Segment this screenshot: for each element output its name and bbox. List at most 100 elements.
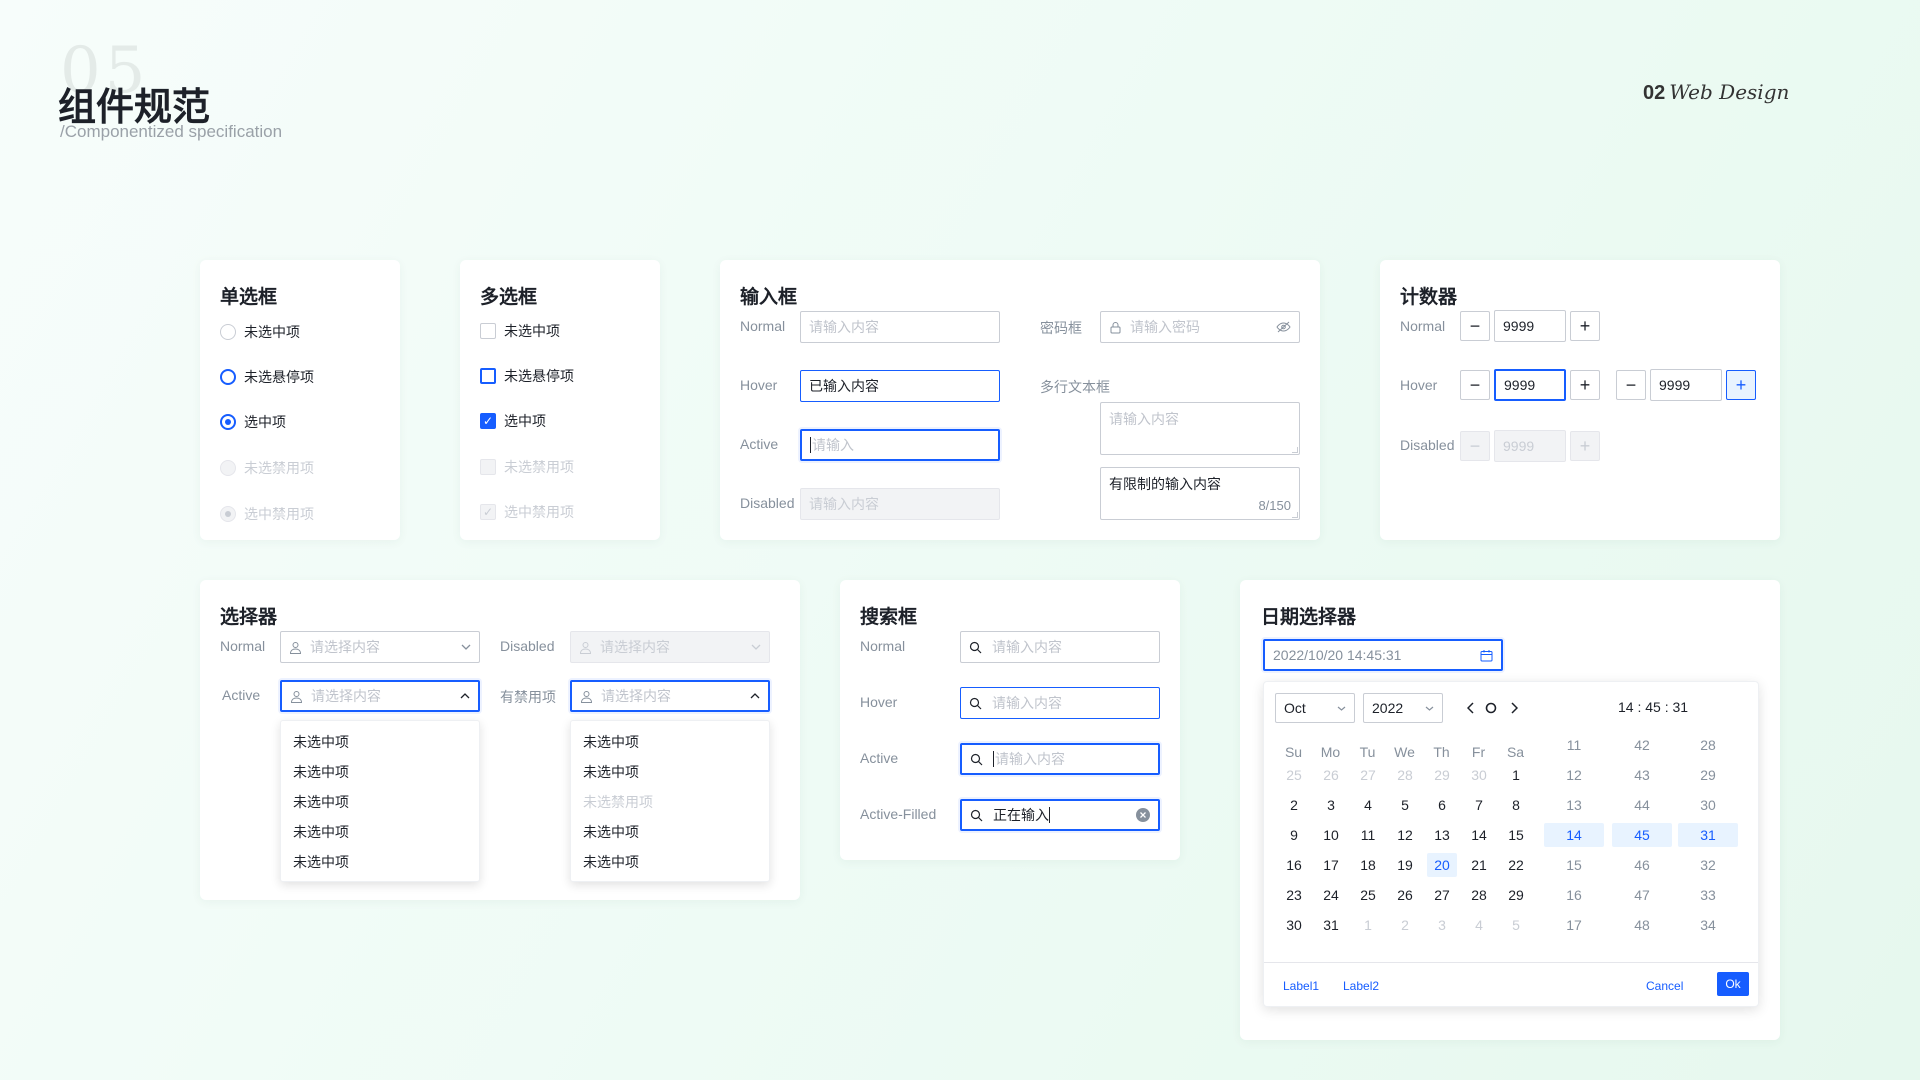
time-cell[interactable]: 46	[1612, 853, 1672, 877]
calendar-day[interactable]: 21	[1464, 853, 1494, 877]
select-normal[interactable]: 请选择内容	[280, 631, 480, 663]
select-active-with-disabled[interactable]: 请选择内容	[570, 680, 770, 712]
decrement-button[interactable]: −	[1616, 370, 1646, 400]
radio-selected[interactable]: 选中项	[220, 412, 286, 432]
textarea-limited[interactable]: 有限制的输入内容 8/150	[1100, 467, 1300, 520]
time-cell[interactable]: 48	[1612, 913, 1672, 937]
calendar-day[interactable]: 24	[1316, 883, 1346, 907]
label1-link[interactable]: Label1	[1283, 979, 1319, 993]
calendar-day[interactable]: 10	[1316, 823, 1346, 847]
calendar-day[interactable]: 3	[1316, 793, 1346, 817]
calendar-day[interactable]: 19	[1390, 853, 1420, 877]
calendar-day[interactable]: 28	[1390, 763, 1420, 787]
calendar-day[interactable]: 22	[1501, 853, 1531, 877]
time-cell[interactable]: 33	[1678, 883, 1738, 907]
calendar-day[interactable]: 3	[1427, 913, 1457, 937]
calendar-day[interactable]: 12	[1390, 823, 1420, 847]
calendar-day[interactable]: 1	[1501, 763, 1531, 787]
resize-handle[interactable]	[1292, 447, 1298, 453]
calendar-day[interactable]: 26	[1390, 883, 1420, 907]
calendar-day[interactable]: 27	[1427, 883, 1457, 907]
increment-button[interactable]: +	[1570, 370, 1600, 400]
calendar-day[interactable]: 9	[1279, 823, 1309, 847]
calendar-day[interactable]: 27	[1353, 763, 1383, 787]
checkbox-unselected[interactable]: 未选中项	[480, 321, 560, 341]
time-cell-selected[interactable]: 14	[1544, 823, 1604, 847]
counter-value[interactable]: 9999	[1650, 369, 1722, 401]
input-active[interactable]: 请输入	[800, 429, 1000, 461]
calendar-day[interactable]: 2	[1279, 793, 1309, 817]
time-cell-selected[interactable]: 31	[1678, 823, 1738, 847]
calendar-day[interactable]: 29	[1427, 763, 1457, 787]
today-icon[interactable]	[1485, 702, 1497, 714]
prev-month-button[interactable]	[1467, 702, 1475, 714]
dropdown-option[interactable]: 未选中项	[281, 787, 479, 817]
time-cell[interactable]: 28	[1678, 733, 1738, 757]
calendar-day[interactable]: 31	[1316, 913, 1346, 937]
calendar-day-selected[interactable]: 20	[1427, 853, 1457, 877]
datepicker-input[interactable]: 2022/10/20 14:45:31	[1263, 639, 1503, 671]
cancel-button[interactable]: Cancel	[1646, 979, 1683, 993]
calendar-day[interactable]: 8	[1501, 793, 1531, 817]
dropdown-option[interactable]: 未选中项	[281, 757, 479, 787]
checkbox-box[interactable]: ✓	[480, 413, 496, 429]
time-cell[interactable]: 11	[1544, 733, 1604, 757]
calendar-day[interactable]: 25	[1279, 763, 1309, 787]
calendar-day[interactable]: 13	[1427, 823, 1457, 847]
calendar-day[interactable]: 14	[1464, 823, 1494, 847]
time-cell[interactable]: 30	[1678, 793, 1738, 817]
resize-handle[interactable]	[1292, 512, 1298, 518]
checkbox-selected[interactable]: ✓ 选中项	[480, 411, 546, 431]
label2-link[interactable]: Label2	[1343, 979, 1379, 993]
increment-button-hover[interactable]: +	[1726, 370, 1756, 400]
calendar-day[interactable]: 25	[1353, 883, 1383, 907]
input-hover[interactable]: 已输入内容	[800, 370, 1000, 402]
radio-circle[interactable]	[220, 414, 236, 430]
dropdown-option[interactable]: 未选中项	[571, 817, 769, 847]
calendar-day[interactable]: 6	[1427, 793, 1457, 817]
time-cell[interactable]: 47	[1612, 883, 1672, 907]
time-cell[interactable]: 17	[1544, 913, 1604, 937]
checkbox-box[interactable]	[480, 368, 496, 384]
calendar-icon[interactable]	[1480, 649, 1493, 662]
dropdown-option[interactable]: 未选中项	[281, 727, 479, 757]
time-cell[interactable]: 44	[1612, 793, 1672, 817]
calendar-day[interactable]: 16	[1279, 853, 1309, 877]
calendar-day[interactable]: 5	[1501, 913, 1531, 937]
counter-value-hover[interactable]: 9999	[1494, 369, 1566, 401]
calendar-day[interactable]: 17	[1316, 853, 1346, 877]
time-cell[interactable]: 12	[1544, 763, 1604, 787]
time-cell[interactable]: 15	[1544, 853, 1604, 877]
textarea-empty[interactable]: 请输入内容	[1100, 402, 1300, 455]
calendar-day[interactable]: 18	[1353, 853, 1383, 877]
select-active[interactable]: 请选择内容	[280, 680, 480, 712]
radio-unselected-hover[interactable]: 未选悬停项	[220, 367, 314, 387]
checkbox-unselected-hover[interactable]: 未选悬停项	[480, 366, 574, 386]
time-cell[interactable]: 42	[1612, 733, 1672, 757]
year-select[interactable]: 2022	[1363, 693, 1443, 723]
dropdown-option[interactable]: 未选中项	[281, 817, 479, 847]
eye-hidden-icon[interactable]	[1276, 321, 1291, 333]
dropdown-option[interactable]: 未选中项	[281, 847, 479, 877]
calendar-day[interactable]: 28	[1464, 883, 1494, 907]
month-select[interactable]: Oct	[1275, 693, 1355, 723]
dropdown-option[interactable]: 未选中项	[571, 757, 769, 787]
calendar-day[interactable]: 30	[1464, 763, 1494, 787]
ok-button[interactable]: Ok	[1717, 972, 1749, 996]
calendar-day[interactable]: 4	[1353, 793, 1383, 817]
radio-circle[interactable]	[220, 369, 236, 385]
dropdown-option[interactable]: 未选中项	[571, 847, 769, 877]
calendar-day[interactable]: 2	[1390, 913, 1420, 937]
time-cell[interactable]: 29	[1678, 763, 1738, 787]
radio-circle[interactable]	[220, 324, 236, 340]
increment-button[interactable]: +	[1570, 311, 1600, 341]
calendar-day[interactable]: 1	[1353, 913, 1383, 937]
input-normal[interactable]: 请输入内容	[800, 311, 1000, 343]
checkbox-box[interactable]	[480, 323, 496, 339]
next-month-button[interactable]	[1510, 702, 1518, 714]
search-active[interactable]: 请输入内容	[960, 743, 1160, 775]
search-active-filled[interactable]: 正在输入	[960, 799, 1160, 831]
calendar-day[interactable]: 4	[1464, 913, 1494, 937]
time-cell-selected[interactable]: 45	[1612, 823, 1672, 847]
radio-unselected[interactable]: 未选中项	[220, 322, 300, 342]
